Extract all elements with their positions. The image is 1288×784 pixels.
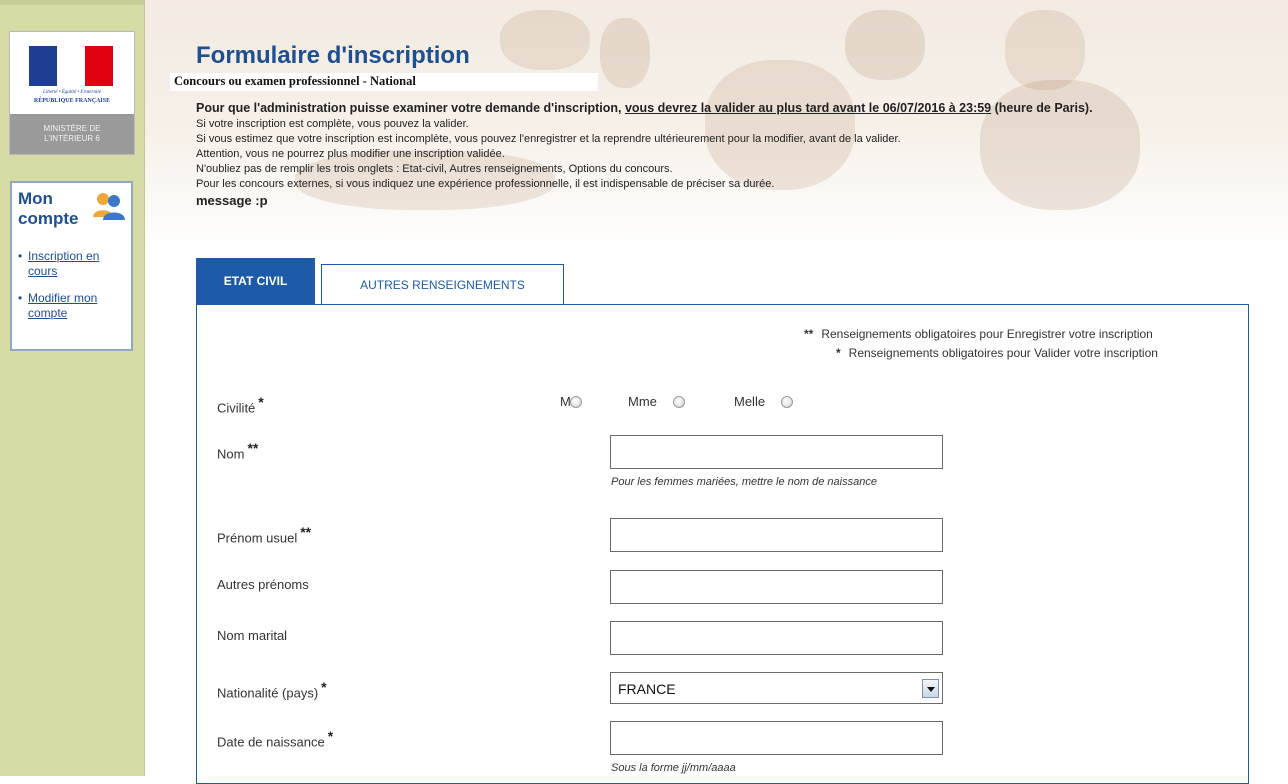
radio-label-mme: Mme xyxy=(628,394,657,409)
chevron-down-icon[interactable] xyxy=(922,679,939,698)
account-links: • Inscription en cours • Modifier mon co… xyxy=(16,249,126,333)
bullet-icon: • xyxy=(18,291,23,305)
deadline-text: Pour que l'administration puisse examine… xyxy=(196,101,625,115)
radio-option-mme: Mme xyxy=(628,394,685,409)
logo-motto: Liberté • Égalité • Fraternité xyxy=(43,90,101,95)
radio-melle[interactable] xyxy=(781,396,793,408)
nationalite-select[interactable]: FRANCE xyxy=(610,672,943,704)
inscription-en-cours-link[interactable]: Inscription en cours xyxy=(28,249,99,278)
naissance-label: Date de naissance * xyxy=(217,728,333,749)
modifier-compte-link[interactable]: Modifier mon compte xyxy=(28,291,97,320)
radio-mme[interactable] xyxy=(673,396,685,408)
nom-label: Nom ** xyxy=(217,440,258,461)
banner-motorcycle-shape xyxy=(1005,10,1085,90)
account-title: Mon compte xyxy=(18,189,79,228)
nationalite-value: FRANCE xyxy=(618,681,676,697)
ministry-line-2: L'INTÉRIEUR 6 xyxy=(44,134,100,143)
legend-double-star-mark: ** xyxy=(804,327,814,341)
users-icon xyxy=(93,193,125,220)
page-title: Formulaire d'inscription xyxy=(196,42,470,69)
legend-single-star: * Renseignements obligatoires pour Valide… xyxy=(836,346,1158,360)
naissance-label-text: Date de naissance xyxy=(217,734,325,750)
nom-input[interactable] xyxy=(610,435,943,469)
autres-prenoms-input[interactable] xyxy=(610,570,943,604)
instruction-line: N'oubliez pas de remplir les trois ongle… xyxy=(196,163,673,175)
nom-hint: Pour les femmes mariées, mettre le nom d… xyxy=(611,476,877,488)
ministry-line-1: MINISTÈRE DE xyxy=(43,124,101,133)
left-sidebar: Liberté • Égalité • Fraternité RÉPUBLIQU… xyxy=(0,0,145,776)
legend-double-star: ** Renseignements obligatoires pour Enreg… xyxy=(804,327,1153,341)
nom-marital-label: Nom marital xyxy=(217,628,288,643)
legend-single-star-mark: * xyxy=(836,346,841,360)
banner-motorcycle-shape xyxy=(500,10,590,70)
nom-label-text: Nom xyxy=(217,446,245,462)
french-flag-icon xyxy=(29,46,113,86)
radio-label-melle: Melle xyxy=(734,394,766,409)
autres-prenoms-label: Autres prénoms xyxy=(217,577,309,592)
deadline-notice: Pour que l'administration puisse examine… xyxy=(196,101,1288,116)
instruction-line: Attention, vous ne pourrez plus modifier… xyxy=(196,148,505,160)
logo-ministry: MINISTÈRE DE L'INTÉRIEUR 6 xyxy=(10,114,134,154)
instruction-line: Pour les concours externes, si vous indi… xyxy=(196,178,775,190)
required-marker: ** xyxy=(300,524,312,540)
instruction-line: Si vous estimez que votre inscription es… xyxy=(196,133,901,145)
list-item: • Inscription en cours xyxy=(16,249,126,279)
bullet-icon: • xyxy=(18,249,23,263)
banner-motorcycle-shape xyxy=(600,18,650,88)
required-marker: * xyxy=(321,679,327,695)
nom-marital-input[interactable] xyxy=(610,621,943,655)
page-subtitle: Concours ou examen professionnel - Natio… xyxy=(170,73,598,91)
radio-option-melle: Melle xyxy=(734,394,793,409)
nationalite-label: Nationalité (pays) * xyxy=(217,679,327,700)
account-box: Mon compte • Inscription en cours • Modi… xyxy=(10,181,133,351)
government-logo: Liberté • Égalité • Fraternité RÉPUBLIQU… xyxy=(9,31,135,155)
logo-republic: RÉPUBLIQUE FRANÇAISE xyxy=(33,98,111,104)
instructions: Pour que l'administration puisse examine… xyxy=(196,101,1288,208)
prenom-label: Prénom usuel ** xyxy=(217,524,311,545)
message-text: message :p xyxy=(196,193,268,208)
tab-etat-civil[interactable]: ETAT CIVIL xyxy=(196,258,315,304)
naissance-hint: Sous la forme jj/mm/aaaa xyxy=(611,762,736,774)
prenom-label-text: Prénom usuel xyxy=(217,530,298,546)
radio-m[interactable] xyxy=(570,396,582,408)
deadline-date: vous devrez la valider au plus tard avan… xyxy=(624,101,992,115)
instruction-line: Si votre inscription est complète, vous … xyxy=(196,118,469,130)
required-marker: * xyxy=(258,394,264,410)
prenom-input[interactable] xyxy=(610,518,943,552)
required-marker: * xyxy=(327,728,334,744)
legend-single-star-text: Renseignements obligatoires pour Valider… xyxy=(848,346,1158,360)
nationalite-label-text: Nationalité (pays) xyxy=(217,685,319,701)
civilite-label-text: Civilité xyxy=(217,400,256,416)
deadline-timezone: (heure de Paris). xyxy=(991,101,1093,115)
radio-option-m: M xyxy=(560,394,582,409)
date-naissance-input[interactable] xyxy=(610,721,943,755)
required-marker: ** xyxy=(247,440,259,456)
sidebar-top-line xyxy=(0,0,144,5)
banner-motorcycle-shape xyxy=(845,10,925,80)
legend-double-star-text: Renseignements obligatoires pour Enregis… xyxy=(821,327,1153,341)
civilite-label: Civilité * xyxy=(217,394,264,415)
list-item: • Modifier mon compte xyxy=(16,291,126,321)
tab-autres-renseignements[interactable]: AUTRES RENSEIGNEMENTS xyxy=(321,264,564,305)
